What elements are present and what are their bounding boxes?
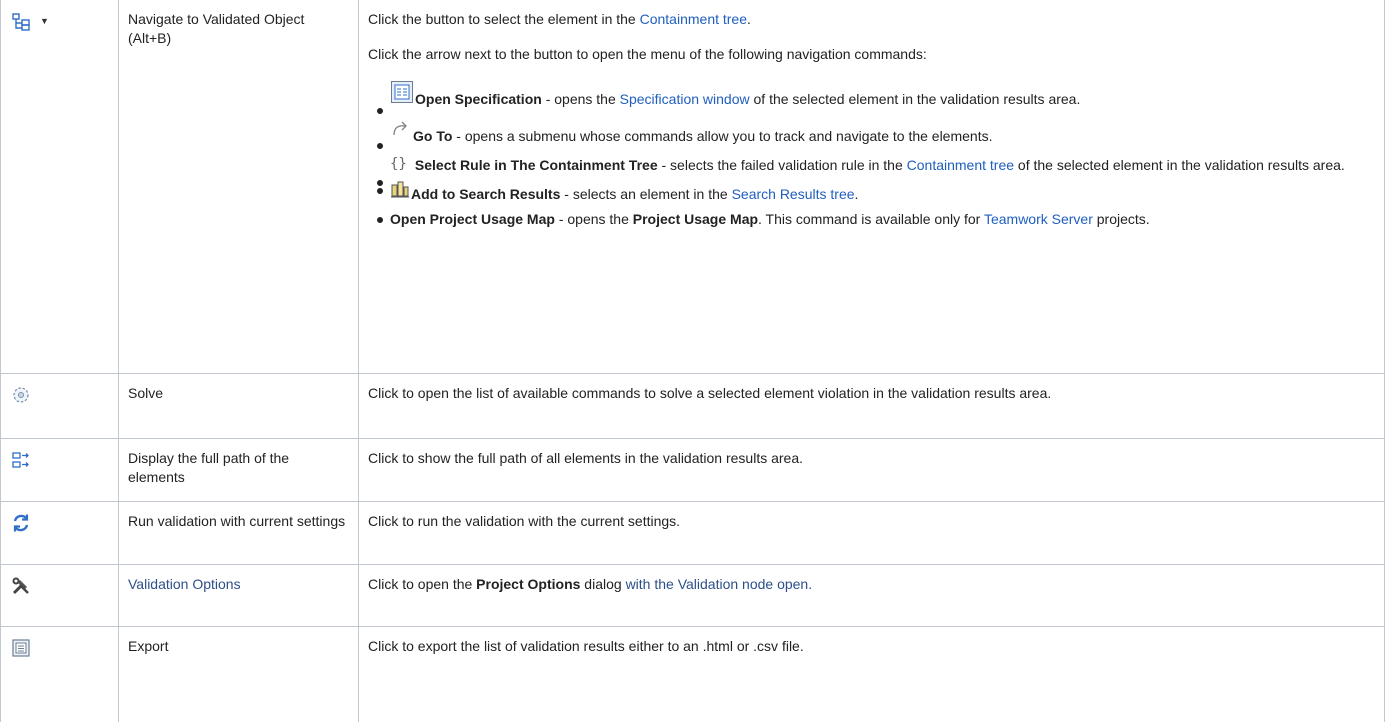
icon-cell — [0, 563, 119, 627]
command-name: Validation Options — [118, 563, 359, 627]
table-row: Export Click to export the list of valid… — [0, 625, 1385, 722]
icon-cell — [0, 625, 119, 722]
chevron-down-icon[interactable]: ▼ — [40, 12, 49, 31]
specification-icon — [390, 80, 414, 109]
teamwork-server-link[interactable]: Teamwork Server — [984, 211, 1093, 227]
icon-cell: ▼ — [0, 0, 119, 374]
command-description: Click to run the validation with the cur… — [358, 500, 1385, 565]
validation-options-link[interactable]: Validation Options — [128, 576, 241, 592]
table-row: ▼ Navigate to Validated Object (Alt+B) C… — [0, 0, 1385, 374]
containment-tree-link[interactable]: Containment tree — [640, 11, 747, 27]
table-row: Run validation with current settings Cli… — [0, 500, 1385, 565]
full-path-icon[interactable] — [10, 449, 32, 471]
table-row: Solve Click to open the list of availabl… — [0, 372, 1385, 439]
command-description: Click the button to select the element i… — [358, 0, 1385, 374]
icon-cell — [0, 437, 119, 502]
table-row: Validation Options Click to open the Pro… — [0, 563, 1385, 627]
command-name: Navigate to Validated Object (Alt+B) — [118, 0, 359, 374]
navigation-commands-list: Open Specification - opens the Specifica… — [368, 80, 1375, 229]
table-row: Display the full path of the elements Cl… — [0, 437, 1385, 502]
commands-table: ▼ Navigate to Validated Object (Alt+B) C… — [0, 0, 1385, 722]
icon-cell — [0, 372, 119, 439]
list-item: Add to Search Results - selects an eleme… — [377, 181, 1375, 204]
icon-cell — [0, 500, 119, 565]
specification-window-link[interactable]: Specification window — [620, 91, 750, 107]
search-results-tree-link[interactable]: Search Results tree — [732, 186, 855, 202]
command-name: Run validation with current settings — [118, 500, 359, 565]
command-name: Solve — [118, 372, 359, 439]
navigate-tree-icon — [10, 10, 32, 32]
list-item: Open Project Usage Map - opens the Proje… — [377, 210, 1375, 229]
command-description: Click to export the list of validation r… — [358, 625, 1385, 722]
validation-node-link[interactable]: with the Validation node open. — [626, 576, 813, 592]
refresh-icon[interactable] — [10, 512, 32, 534]
command-name: Display the full path of the elements — [118, 437, 359, 502]
search-results-icon — [390, 181, 410, 204]
command-description: Click to show the full path of all eleme… — [358, 437, 1385, 502]
navigate-split-button[interactable]: ▼ — [10, 10, 49, 32]
command-name: Export — [118, 625, 359, 722]
list-item: Open Specification - opens the Specifica… — [377, 80, 1375, 114]
tools-icon[interactable] — [10, 575, 32, 597]
solve-icon[interactable] — [10, 384, 32, 406]
braces-icon: {} — [390, 156, 407, 172]
list-item: Go To - opens a submenu whose commands a… — [377, 119, 1375, 149]
go-to-icon — [390, 119, 412, 146]
containment-tree-link[interactable]: Containment tree — [907, 157, 1014, 173]
list-item: {} Select Rule in The Containment Tree -… — [377, 156, 1375, 186]
export-icon[interactable] — [10, 637, 32, 659]
command-description: Click to open the Project Options dialog… — [358, 563, 1385, 627]
command-description: Click to open the list of available comm… — [358, 372, 1385, 439]
